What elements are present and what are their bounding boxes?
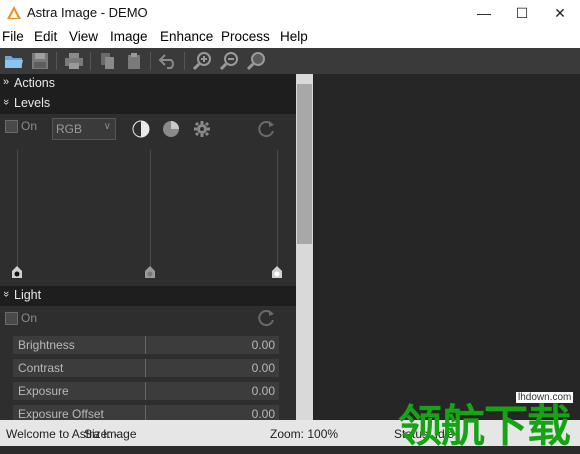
levels-white-track xyxy=(277,150,278,268)
reset-icon[interactable] xyxy=(258,309,276,327)
param-value: 0.00 xyxy=(251,407,275,420)
param-label: Exposure Offset xyxy=(18,407,104,420)
zoom-out-icon[interactable] xyxy=(219,51,239,71)
menu-image[interactable]: Image xyxy=(110,29,148,44)
maximize-icon: ☐ xyxy=(515,4,529,21)
minimize-button[interactable]: — xyxy=(465,0,503,26)
collapse-chevron-icon: » xyxy=(0,290,13,298)
expand-chevron-icon: » xyxy=(3,76,10,88)
slider-center-mark xyxy=(145,405,146,420)
paste-icon[interactable] xyxy=(124,51,144,71)
zoom-in-icon[interactable] xyxy=(192,51,212,71)
watermark-url: lhdown.com xyxy=(516,392,574,403)
save-icon[interactable] xyxy=(30,51,50,71)
channel-value: RGB xyxy=(56,122,83,136)
menu-file[interactable]: File xyxy=(2,29,24,44)
levels-on-label: On xyxy=(21,119,38,133)
param-label: Contrast xyxy=(18,361,64,375)
menu-help[interactable]: Help xyxy=(280,29,308,44)
auto-contrast-icon[interactable] xyxy=(132,120,150,138)
gear-icon[interactable] xyxy=(193,120,211,138)
zoom-actual-icon[interactable] xyxy=(246,51,266,71)
copy-icon[interactable] xyxy=(98,51,118,71)
param-label: Brightness xyxy=(18,338,75,352)
app-logo-icon xyxy=(7,6,21,19)
auto-levels-icon[interactable] xyxy=(162,120,180,138)
adjustments-panel: » Actions » Levels On RGB ∨ » Light On B… xyxy=(0,74,296,420)
light-on-label: On xyxy=(21,311,38,325)
menu-enhance[interactable]: Enhance xyxy=(160,29,213,44)
param-value: 0.00 xyxy=(251,338,275,352)
menu-edit[interactable]: Edit xyxy=(34,29,57,44)
undo-icon[interactable] xyxy=(158,51,178,71)
exposure-slider[interactable]: Exposure 0.00 xyxy=(13,382,279,400)
open-folder-icon[interactable] xyxy=(4,51,24,71)
param-label: Exposure xyxy=(18,384,69,398)
contrast-slider[interactable]: Contrast 0.00 xyxy=(13,359,279,377)
levels-on-checkbox[interactable] xyxy=(5,120,18,133)
close-icon: ✕ xyxy=(554,4,566,21)
reset-icon[interactable] xyxy=(258,120,276,138)
actions-title: Actions xyxy=(14,76,55,90)
param-value: 0.00 xyxy=(251,384,275,398)
maximize-button[interactable]: ☐ xyxy=(503,0,541,26)
panel-scrollbar[interactable] xyxy=(296,74,313,420)
menu-view[interactable]: View xyxy=(69,29,98,44)
exposure-offset-slider[interactable]: Exposure Offset 0.00 xyxy=(13,405,279,420)
brightness-slider[interactable]: Brightness 0.00 xyxy=(13,336,279,354)
close-button[interactable]: ✕ xyxy=(541,0,579,26)
slider-center-mark xyxy=(145,336,146,354)
white-point-handle[interactable] xyxy=(272,266,282,278)
light-on-checkbox[interactable] xyxy=(5,312,18,325)
image-canvas[interactable] xyxy=(313,74,580,420)
light-title: Light xyxy=(14,288,42,302)
levels-mid-track xyxy=(150,150,151,268)
levels-channel-select[interactable]: RGB ∨ xyxy=(52,118,116,140)
print-icon[interactable] xyxy=(64,51,84,71)
actions-section-header[interactable]: » Actions xyxy=(0,74,296,94)
menu-bar: File Edit View Image Enhance Process Hel… xyxy=(0,26,580,48)
levels-section-header[interactable]: » Levels xyxy=(0,94,296,114)
param-value: 0.00 xyxy=(251,361,275,375)
menu-process[interactable]: Process xyxy=(221,29,270,44)
minimize-icon: — xyxy=(477,5,491,21)
midpoint-handle[interactable] xyxy=(145,266,155,278)
black-point-handle[interactable] xyxy=(12,266,22,278)
scrollbar-thumb[interactable] xyxy=(297,84,312,244)
slider-center-mark xyxy=(145,359,146,377)
title-bar: Astra Image - DEMO — ☐ ✕ xyxy=(0,0,580,26)
chevron-down-icon: ∨ xyxy=(103,121,111,132)
toolbar xyxy=(0,48,580,75)
status-size: Size: - xyxy=(84,427,119,441)
slider-center-mark xyxy=(145,382,146,400)
light-section-header[interactable]: » Light xyxy=(0,286,296,306)
window-title: Astra Image - DEMO xyxy=(27,5,148,20)
levels-title: Levels xyxy=(14,96,51,110)
levels-black-track xyxy=(17,150,18,268)
status-zoom: Zoom: 100% xyxy=(270,427,339,441)
collapse-chevron-icon: » xyxy=(0,98,13,106)
